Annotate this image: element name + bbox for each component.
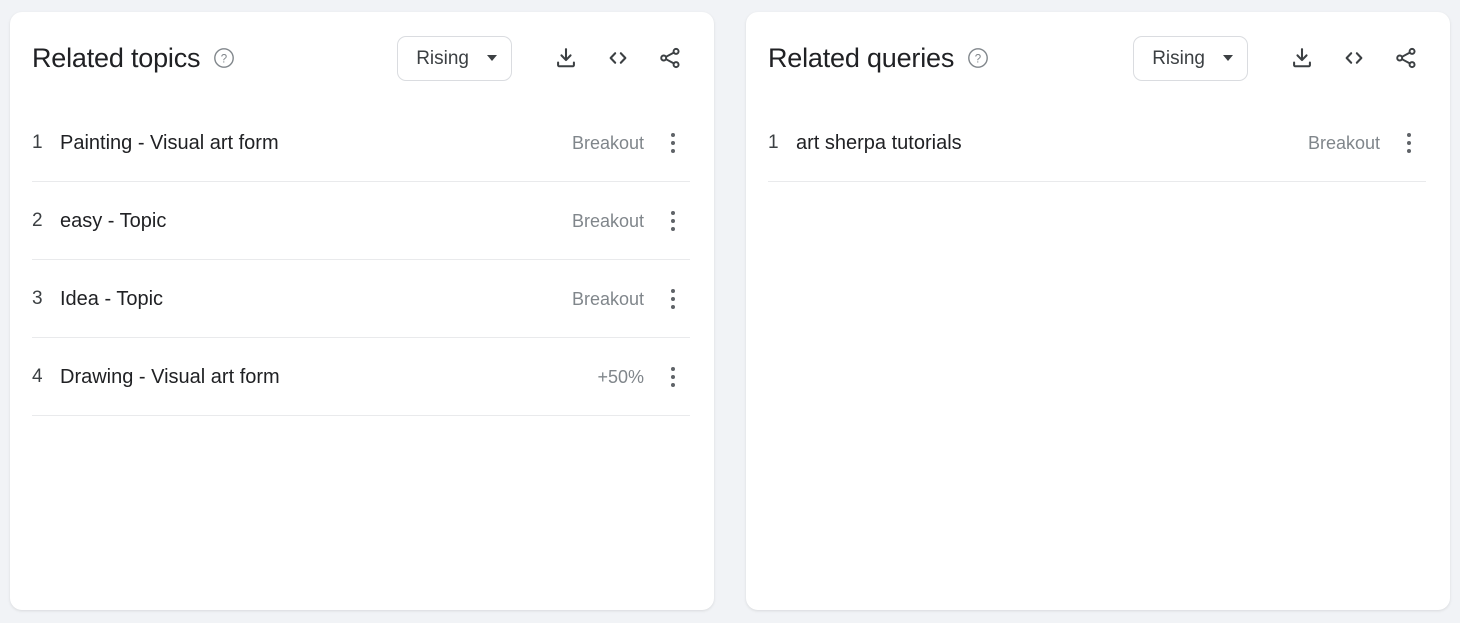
more-vert-icon[interactable] bbox=[656, 126, 690, 160]
help-circle-icon[interactable]: ? bbox=[966, 46, 990, 70]
table-row[interactable]: 1 Painting - Visual art form Breakout bbox=[32, 104, 690, 182]
page-title: Related topics bbox=[32, 42, 201, 73]
sort-filter-value: Rising bbox=[416, 47, 469, 69]
related-topics-card: Related topics ? Rising 1 Painting - Vis… bbox=[10, 12, 714, 610]
more-vert-icon[interactable] bbox=[656, 282, 690, 316]
related-topics-list: 1 Painting - Visual art form Breakout 2 … bbox=[10, 104, 714, 416]
related-queries-list: 1 art sherpa tutorials Breakout bbox=[746, 104, 1450, 182]
more-vert-icon[interactable] bbox=[656, 360, 690, 394]
row-label[interactable]: art sherpa tutorials bbox=[796, 132, 1292, 155]
chevron-down-icon bbox=[487, 55, 497, 61]
chevron-down-icon bbox=[1223, 55, 1233, 61]
row-rank: 2 bbox=[32, 210, 43, 231]
table-row[interactable]: 3 Idea - Topic Breakout bbox=[32, 260, 690, 338]
download-icon[interactable] bbox=[1282, 38, 1322, 78]
more-vert-icon[interactable] bbox=[1392, 126, 1426, 160]
row-rank: 1 bbox=[32, 132, 43, 153]
row-value: Breakout bbox=[571, 210, 644, 231]
page-title: Related queries bbox=[768, 42, 955, 73]
related-queries-card: Related queries ? Rising 1 art sherpa tu… bbox=[746, 12, 1450, 610]
svg-text:?: ? bbox=[975, 53, 981, 65]
help-circle-icon[interactable]: ? bbox=[212, 46, 236, 70]
share-icon[interactable] bbox=[1386, 38, 1426, 78]
sort-filter-value: Rising bbox=[1152, 47, 1205, 69]
row-rank: 1 bbox=[768, 132, 779, 153]
sort-filter-dropdown[interactable]: Rising bbox=[1133, 35, 1248, 81]
sort-filter-dropdown[interactable]: Rising bbox=[397, 35, 512, 81]
row-value: +50% bbox=[597, 366, 644, 387]
download-icon[interactable] bbox=[546, 38, 586, 78]
embed-code-icon[interactable] bbox=[1334, 38, 1374, 78]
related-panels-page: Related topics ? Rising 1 Painting - Vis… bbox=[0, 0, 1460, 623]
row-rank: 4 bbox=[32, 366, 43, 387]
table-row[interactable]: 1 art sherpa tutorials Breakout bbox=[768, 104, 1426, 182]
more-vert-icon[interactable] bbox=[656, 204, 690, 238]
embed-code-icon[interactable] bbox=[598, 38, 638, 78]
row-rank: 3 bbox=[32, 288, 43, 309]
row-value: Breakout bbox=[1307, 132, 1380, 153]
table-row[interactable]: 2 easy - Topic Breakout bbox=[32, 182, 690, 260]
share-icon[interactable] bbox=[650, 38, 690, 78]
row-label[interactable]: Idea - Topic bbox=[60, 288, 556, 311]
row-label[interactable]: Painting - Visual art form bbox=[60, 132, 556, 155]
svg-text:?: ? bbox=[221, 53, 227, 65]
row-value: Breakout bbox=[571, 288, 644, 309]
row-value: Breakout bbox=[571, 132, 644, 153]
row-label[interactable]: Drawing - Visual art form bbox=[60, 366, 581, 389]
table-row[interactable]: 4 Drawing - Visual art form +50% bbox=[32, 338, 690, 416]
related-queries-header: Related queries ? Rising bbox=[746, 12, 1450, 104]
related-topics-header: Related topics ? Rising bbox=[10, 12, 714, 104]
row-label[interactable]: easy - Topic bbox=[60, 210, 556, 233]
